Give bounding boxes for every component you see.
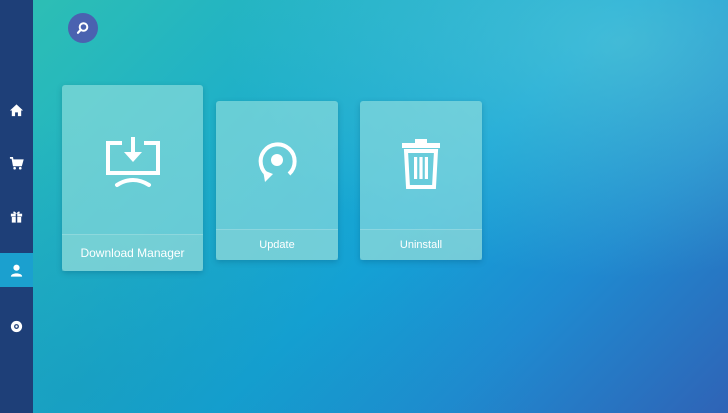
gear-icon — [10, 320, 23, 332]
cart-icon — [9, 156, 24, 169]
user-icon — [10, 264, 23, 277]
sidebar-item-gifts[interactable] — [0, 199, 33, 233]
tile-uninstall[interactable]: Uninstall — [360, 101, 482, 260]
download-monitor-icon — [105, 137, 160, 187]
tile-label: Download Manager — [62, 234, 203, 271]
search-button[interactable] — [68, 13, 98, 43]
refresh-icon — [258, 142, 297, 182]
trash-icon — [402, 139, 440, 189]
search-icon — [76, 22, 89, 34]
sidebar — [0, 0, 33, 413]
tile-download-manager[interactable]: Download Manager — [62, 85, 203, 271]
tile-label: Update — [216, 229, 338, 260]
sidebar-item-settings[interactable] — [0, 309, 33, 343]
tile-label: Uninstall — [360, 229, 482, 260]
sidebar-item-store[interactable] — [0, 146, 33, 180]
tile-update[interactable]: Update — [216, 101, 338, 260]
sidebar-item-account[interactable] — [0, 253, 33, 287]
sidebar-item-home[interactable] — [0, 93, 33, 127]
home-icon — [9, 103, 24, 116]
gift-icon — [10, 211, 23, 223]
